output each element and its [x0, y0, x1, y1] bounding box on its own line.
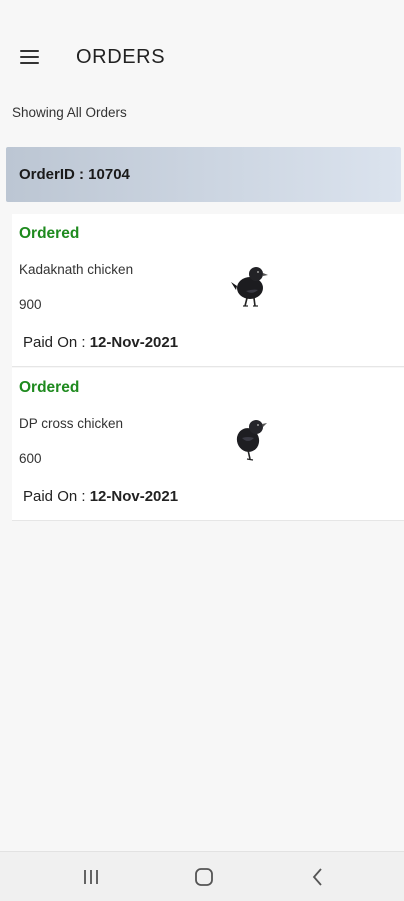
product-name: DP cross chicken [19, 416, 124, 431]
orders-filter-label: Showing All Orders [12, 105, 127, 120]
order-status: Ordered [19, 225, 80, 242]
order-header[interactable]: OrderID : 10704 [6, 147, 401, 202]
paid-on-line: Paid On : 12-Nov-2021 [23, 334, 178, 351]
product-price: 900 [19, 297, 42, 312]
paid-on-label: Paid On : [23, 334, 90, 351]
black-chicken-image [236, 420, 267, 461]
page-title: ORDERS [76, 46, 166, 68]
recents-icon[interactable] [77, 864, 105, 890]
hamburger-menu-icon[interactable] [18, 48, 42, 68]
order-id-label: OrderID : 10704 [19, 166, 130, 183]
black-chicken-image [231, 267, 268, 307]
app-bar: ORDERS [0, 0, 404, 90]
order-item-card[interactable]: Ordered Kadaknath chicken 900 Paid On : … [12, 214, 404, 367]
product-name: Kadaknath chicken [19, 262, 134, 277]
paid-on-date: 12-Nov-2021 [89, 334, 179, 351]
back-icon[interactable] [304, 864, 332, 890]
product-price: 600 [19, 451, 42, 466]
paid-on-label: Paid On : [23, 488, 90, 505]
paid-on-line: Paid On : 12-Nov-2021 [23, 488, 178, 505]
home-icon[interactable] [190, 864, 218, 890]
order-status: Ordered [19, 379, 80, 396]
paid-on-date: 12-Nov-2021 [89, 488, 179, 505]
system-navigation-bar [0, 851, 404, 901]
order-item-card[interactable]: Ordered DP cross chicken 600 Paid On : 1… [12, 368, 404, 521]
